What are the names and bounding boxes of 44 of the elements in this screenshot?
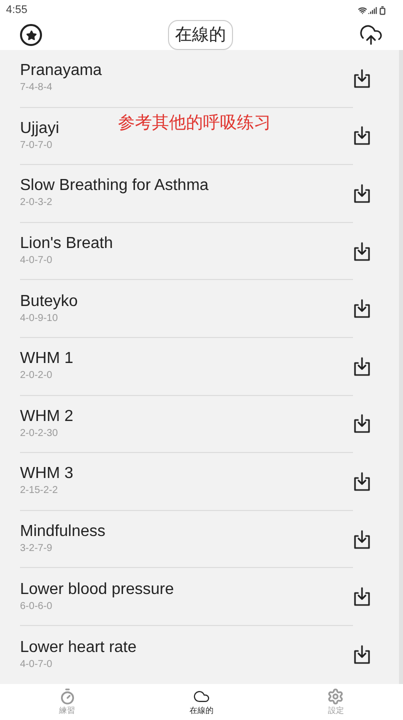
upload-cloud-icon[interactable] <box>359 23 383 47</box>
exercise-name[interactable]: Lion's Breath <box>20 234 113 254</box>
exercise-pattern: 4-0-9-10 <box>20 312 58 326</box>
exercise-pattern: 4-0-7-0 <box>20 658 52 672</box>
exercise-name[interactable]: Slow Breathing for Asthma <box>20 176 209 196</box>
battery-icon <box>378 6 387 14</box>
exercise-pattern: 2-0-2-30 <box>20 426 58 441</box>
settings-icon <box>327 688 344 705</box>
exercise-pattern: 6-0-6-0 <box>20 600 52 614</box>
exercise-pattern: 7-0-7-0 <box>20 138 52 153</box>
exercise-pattern: 3-2-7-9 <box>20 542 52 556</box>
download-icon[interactable] <box>353 587 371 608</box>
exercise-name[interactable]: WHM 2 <box>20 406 74 427</box>
annotation-text: 参考其他的呼吸练习 <box>118 112 271 134</box>
star-icon <box>26 30 36 40</box>
exercise-name[interactable]: Pranayama <box>20 61 102 82</box>
exercise-name[interactable]: Lower heart rate <box>20 638 137 658</box>
download-icon[interactable] <box>353 356 371 377</box>
download-icon[interactable] <box>353 530 371 550</box>
exercise-pattern: 2-15-2-2 <box>20 484 58 498</box>
exercise-pattern: 2-0-2-0 <box>20 369 52 384</box>
timer-icon <box>58 688 76 705</box>
download-icon[interactable] <box>353 644 371 665</box>
exercise-name[interactable]: Lower blood pressure <box>20 580 174 600</box>
signal-icon <box>368 6 377 14</box>
download-icon[interactable] <box>353 414 371 434</box>
nav-tab[interactable]: 在線的 <box>161 688 242 717</box>
wifi-icon <box>358 6 367 14</box>
download-icon[interactable] <box>353 68 371 89</box>
exercise-pattern: 4-0-7-0 <box>20 254 52 268</box>
exercise-name[interactable]: WHM 3 <box>20 464 74 484</box>
download-icon[interactable] <box>353 184 371 204</box>
exercise-pattern: 2-0-3-2 <box>20 196 52 210</box>
favorites-button[interactable] <box>20 24 42 46</box>
download-icon[interactable] <box>353 472 371 492</box>
exercise-name[interactable]: Mindfulness <box>20 522 106 542</box>
download-icon[interactable] <box>353 299 371 320</box>
exercise-name[interactable]: WHM 1 <box>20 349 74 370</box>
download-icon[interactable] <box>353 126 371 146</box>
exercise-name[interactable]: Buteyko <box>20 292 78 312</box>
status-time: 4:55 <box>6 2 28 18</box>
exercise-pattern: 7-4-8-4 <box>20 81 52 96</box>
download-icon[interactable] <box>353 242 371 262</box>
exercise-name[interactable]: Ujjayi <box>20 118 60 139</box>
